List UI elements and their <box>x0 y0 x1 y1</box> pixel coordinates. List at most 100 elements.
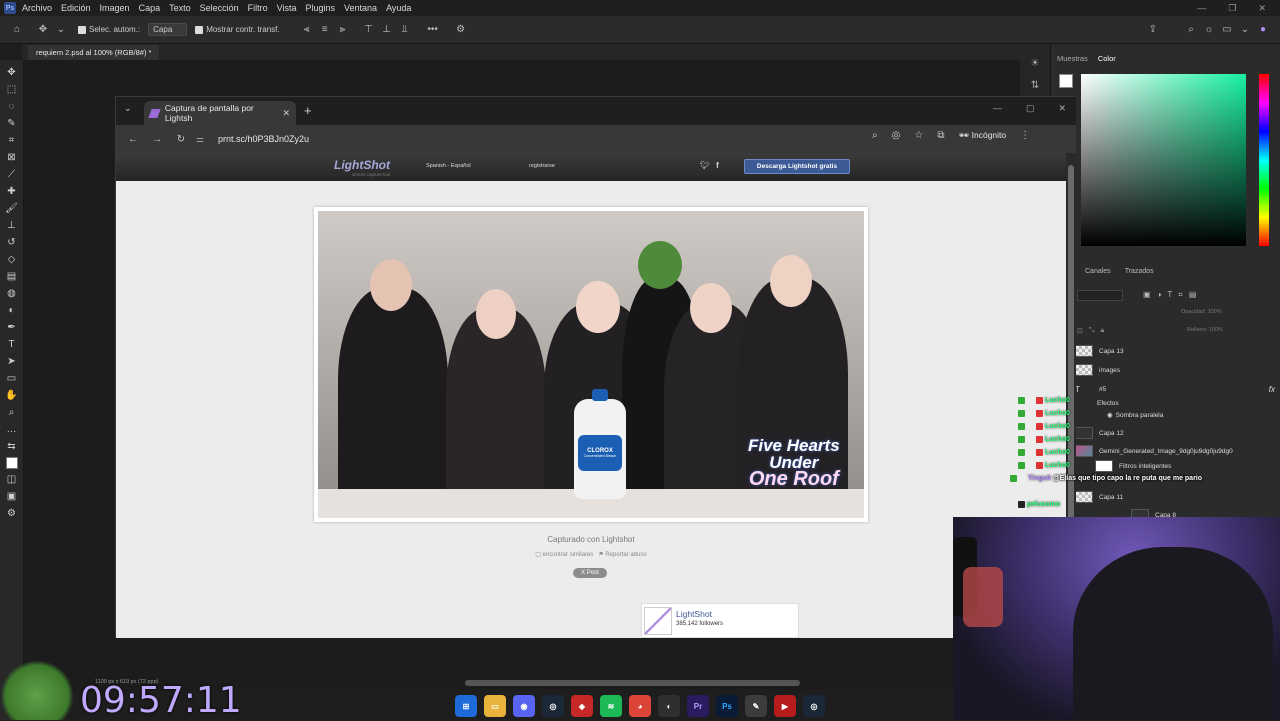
quick-select-icon[interactable]: ✎ <box>5 117 19 130</box>
gear-icon[interactable]: ⚙ <box>454 24 468 35</box>
home-icon[interactable]: ⌂ <box>10 24 24 35</box>
photoshop-icon[interactable]: Ps <box>716 695 738 717</box>
align-top-icon[interactable]: ⊤ <box>362 24 376 35</box>
menu-texto[interactable]: Texto <box>169 3 191 13</box>
obs-icon[interactable]: ◐ <box>658 695 680 717</box>
red-app-icon[interactable]: ◆ <box>571 695 593 717</box>
pen-tool-icon[interactable]: ✒ <box>5 321 19 334</box>
spotify-icon[interactable]: ≋ <box>600 695 622 717</box>
download-button[interactable]: Descarga Lightshot gratis <box>744 159 850 174</box>
site-info-icon[interactable]: ⚌ <box>196 134 210 145</box>
quick-mask-icon[interactable]: ◫ <box>5 473 19 486</box>
tab-search-icon[interactable]: ⌄ <box>124 103 132 114</box>
tab-canales[interactable]: Canales <box>1085 268 1111 275</box>
lightshot-logo[interactable]: LightShot <box>334 158 390 172</box>
menu-icon[interactable]: ⋮ <box>1020 130 1030 141</box>
edit-toolbar-icon[interactable]: ⚙ <box>5 507 19 520</box>
url-text[interactable]: prnt.sc/h0P3BJn0Zy2u <box>218 134 309 144</box>
history-brush-icon[interactable]: ↺ <box>5 236 19 249</box>
video-app-icon[interactable]: ▶ <box>774 695 796 717</box>
hand-tool-icon[interactable]: ✋ <box>5 389 19 402</box>
fill-value[interactable]: 100% <box>1209 327 1223 333</box>
lock-all-icon[interactable]: 🔒︎ <box>1100 327 1104 335</box>
zoom-icon[interactable]: ⌕ <box>872 130 878 141</box>
healing-brush-icon[interactable]: ✚ <box>5 185 19 198</box>
layer-row[interactable]: Capa 12 <box>1075 424 1275 442</box>
lock-position-icon[interactable]: ⤡ <box>1089 327 1095 335</box>
adjustment-filter-icon[interactable]: ◑ <box>1157 290 1162 300</box>
color-picker-field[interactable] <box>1081 74 1246 246</box>
auto-select-checkbox[interactable] <box>78 25 86 34</box>
facebook-icon[interactable]: f <box>716 161 719 170</box>
maximize-icon[interactable]: ▢ <box>1026 103 1035 114</box>
lightshot-icon[interactable]: ✎ <box>745 695 767 717</box>
menu-imagen[interactable]: Imagen <box>100 3 130 13</box>
shape-filter-icon[interactable]: ⌗ <box>1178 290 1183 300</box>
blur-tool-icon[interactable]: ◍ <box>5 287 19 300</box>
brush-tool-icon[interactable]: 🖌︎ <box>5 202 19 215</box>
menu-plugins[interactable]: Plugins <box>306 3 336 13</box>
report-abuse-link[interactable]: ⚑ Reportar abuso <box>598 552 646 558</box>
properties-icon[interactable]: ☀ <box>1026 58 1044 72</box>
close-icon[interactable]: ✕ <box>1258 3 1266 14</box>
gradient-tool-icon[interactable]: ▤ <box>5 270 19 283</box>
tab-muestras[interactable]: Muestras <box>1057 54 1088 63</box>
menu-seleccion[interactable]: Selección <box>200 3 239 13</box>
register-link[interactable]: registrarse <box>529 163 555 169</box>
bookmark-star-icon[interactable]: ☆ <box>914 130 923 141</box>
find-similar-link[interactable]: ▢ encontrar similares <box>535 552 593 558</box>
foreground-color-swatch[interactable] <box>5 457 18 469</box>
path-select-icon[interactable]: ➤ <box>5 355 19 368</box>
align-right-icon[interactable]: ⫸ <box>336 24 350 35</box>
steam-icon-2[interactable]: ◎ <box>803 695 825 717</box>
menu-ventana[interactable]: Ventana <box>344 3 377 13</box>
new-tab-icon[interactable]: + <box>304 103 312 118</box>
workspace-icon[interactable]: ▭ <box>1220 24 1234 35</box>
swap-colors-icon[interactable]: ⇆ <box>5 440 19 453</box>
align-middle-icon[interactable]: ⊥ <box>380 24 394 35</box>
menu-capa[interactable]: Capa <box>139 3 161 13</box>
menu-edicion[interactable]: Edición <box>61 3 91 13</box>
canvas-horizontal-scrollbar[interactable] <box>465 680 800 686</box>
eye-off-icon[interactable]: ◎ <box>892 130 901 141</box>
browser-tab[interactable]: Captura de pantalla por Lightsh ✕ <box>144 101 296 125</box>
adjustments-icon[interactable]: ⇅ <box>1026 80 1044 94</box>
move-tool-icon[interactable]: ✥ <box>36 24 50 35</box>
layer-row[interactable]: Capa 13 <box>1075 342 1275 360</box>
lasso-tool-icon[interactable]: ◌ <box>5 100 19 113</box>
chevron-down-icon[interactable]: ⌄ <box>1238 24 1252 35</box>
tab-trazados[interactable]: Trazados <box>1125 268 1154 275</box>
incognito-badge[interactable]: 🕶︎ Incógnito <box>958 130 1006 141</box>
chevron-down-icon[interactable]: ⌄ <box>54 24 68 35</box>
eraser-tool-icon[interactable]: ◇ <box>5 253 19 266</box>
auto-select-dropdown[interactable]: Capa <box>148 23 188 36</box>
type-filter-icon[interactable]: T <box>1167 290 1172 300</box>
lock-pixels-icon[interactable]: ⊡ <box>1077 327 1083 335</box>
maximize-icon[interactable]: ❐ <box>1228 3 1236 14</box>
extensions-icon[interactable]: ⧉ <box>937 130 944 141</box>
tab-color[interactable]: Color <box>1098 54 1116 63</box>
move-tool-icon[interactable]: ✥ <box>5 66 19 79</box>
zoom-tool-icon[interactable]: ⌕ <box>5 406 19 419</box>
language-select[interactable]: Spanish - Español <box>426 163 471 169</box>
facebook-widget[interactable]: LightShot 385,142 followers <box>641 603 799 638</box>
discord-icon[interactable]: ◉ <box>513 695 535 717</box>
layer-filter-select[interactable] <box>1077 290 1123 301</box>
menu-archivo[interactable]: Archivo <box>22 3 52 13</box>
x-post-button[interactable]: X Post <box>573 568 607 578</box>
align-left-icon[interactable]: ⫷ <box>300 24 314 35</box>
reload-icon[interactable]: ↻ <box>174 134 188 145</box>
eyedropper-icon[interactable]: ⟋ <box>5 168 19 181</box>
foreground-color-swatch[interactable] <box>1059 74 1073 88</box>
show-transform-checkbox[interactable] <box>195 25 204 34</box>
lightbulb-icon[interactable]: ☼ <box>1202 24 1216 35</box>
smart-filters-row[interactable]: Filtros inteligentes <box>1075 457 1275 475</box>
address-bar[interactable]: ⚌ prnt.sc/h0P3BJn0Zy2u <box>196 128 856 150</box>
smart-filter-icon[interactable]: ▤ <box>1189 290 1197 300</box>
align-bottom-icon[interactable]: ⫫ <box>398 24 412 35</box>
back-icon[interactable]: ← <box>126 134 140 145</box>
windows-start-icon[interactable]: ⊞ <box>455 695 477 717</box>
opacity-value[interactable]: 100% <box>1208 309 1222 315</box>
screen-mode-icon[interactable]: ▣ <box>5 490 19 503</box>
twitter-icon[interactable]: 🐦︎ <box>700 161 710 170</box>
